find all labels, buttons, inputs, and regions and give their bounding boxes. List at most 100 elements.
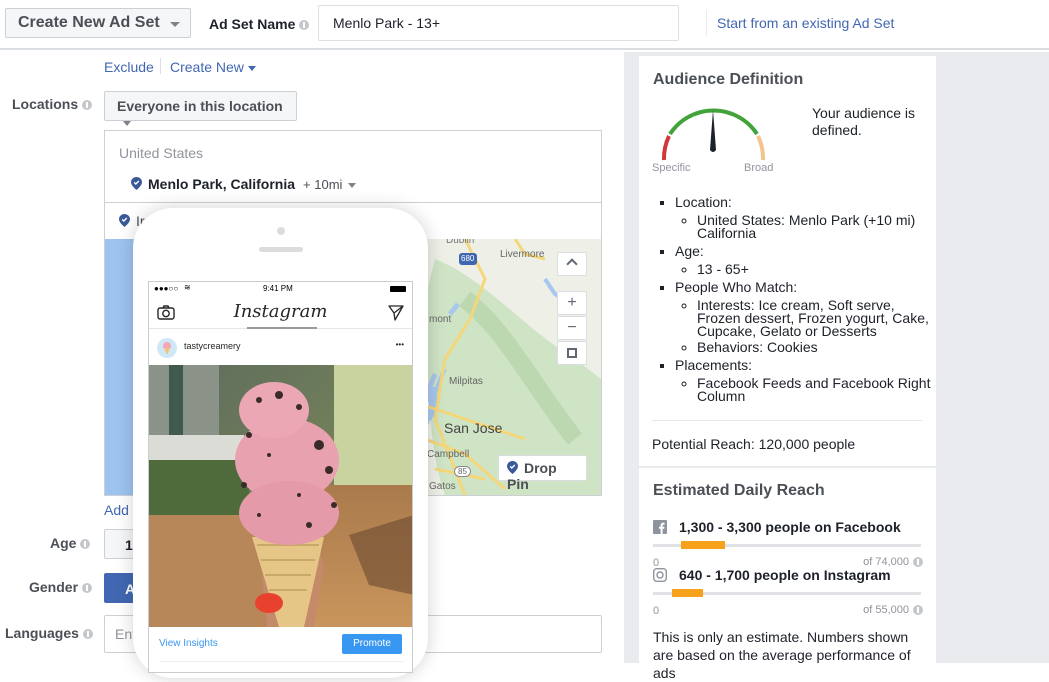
highway-label: 85 bbox=[454, 466, 471, 477]
estimate-disclaimer: This is only an estimate. Numbers shown … bbox=[653, 629, 911, 681]
radius-dropdown[interactable]: + 10mi bbox=[303, 177, 357, 192]
divider bbox=[652, 420, 922, 421]
ad-set-name-input[interactable]: Menlo Park - 13+ bbox=[318, 5, 679, 41]
add-locations-link[interactable]: Add bbox=[104, 502, 129, 518]
gauge-broad-segment bbox=[756, 135, 766, 161]
gender-label: Gender bbox=[29, 579, 93, 595]
audience-definition-card: Audience Definition Specific Broad Your … bbox=[639, 56, 936, 466]
username[interactable]: tastycreamery bbox=[184, 341, 241, 351]
instagram-reach-fill bbox=[671, 589, 703, 597]
map-label: Livermore bbox=[500, 249, 545, 260]
summary-subitem: United States: Menlo Park (+10 mi) Calif… bbox=[697, 213, 931, 240]
instagram-reach-text: 640 - 1,700 people on Instagram bbox=[679, 567, 891, 583]
location-item[interactable]: Menlo Park, California + 10mi bbox=[131, 176, 357, 192]
instagram-reach-min: 0 bbox=[653, 605, 660, 617]
age-label-text: Age bbox=[50, 535, 77, 551]
chevron-down-icon bbox=[170, 22, 180, 27]
signal-icon: ●●●○○ bbox=[154, 284, 179, 293]
direct-message-icon[interactable] bbox=[388, 305, 404, 321]
wifi-icon: ≋ bbox=[184, 283, 191, 292]
map-label: San Jose bbox=[444, 420, 503, 436]
instagram-logo: Instagram bbox=[233, 301, 328, 322]
phone-speaker bbox=[259, 247, 303, 252]
instagram-reach-max-text: of 55,000 bbox=[863, 604, 909, 616]
recenter-icon bbox=[567, 348, 577, 358]
drop-pin-button[interactable]: Drop Pin bbox=[498, 455, 587, 492]
info-icon[interactable] bbox=[82, 100, 93, 111]
avatar[interactable] bbox=[157, 338, 177, 358]
start-from-existing-link[interactable]: Start from an existing Ad Set bbox=[717, 15, 894, 31]
estimated-daily-reach-title: Estimated Daily Reach bbox=[653, 482, 825, 499]
facebook-reach-fill bbox=[681, 541, 725, 549]
divider bbox=[706, 10, 707, 36]
gauge-needle bbox=[710, 110, 716, 152]
map-label: mont bbox=[429, 314, 452, 325]
gauge-specific-label: Specific bbox=[652, 162, 691, 174]
promote-button[interactable]: Promote bbox=[342, 634, 402, 654]
create-new-link[interactable]: Create New bbox=[170, 59, 256, 75]
map-label: Gatos bbox=[429, 481, 456, 492]
instagram-reach-max: of 55,000 bbox=[863, 604, 923, 616]
facebook-reach-text: 1,300 - 3,300 people on Facebook bbox=[679, 519, 901, 535]
map-zoom-in-button[interactable]: + bbox=[557, 291, 587, 315]
divider bbox=[159, 661, 404, 662]
country-label: United States bbox=[119, 145, 204, 161]
locations-audience-dropdown[interactable]: Everyone in this location bbox=[104, 91, 297, 126]
summary-label: Placements: bbox=[675, 357, 753, 373]
age-label: Age bbox=[50, 535, 91, 551]
top-bar: Create New Ad Set Ad Set Name Menlo Park… bbox=[0, 0, 1049, 50]
more-options-icon[interactable]: ••• bbox=[396, 340, 404, 349]
tab-indicator bbox=[247, 327, 317, 329]
avatar-cone bbox=[164, 348, 170, 355]
summary-subitem: 13 - 65+ bbox=[697, 262, 931, 276]
map-collapse-button[interactable] bbox=[557, 252, 587, 276]
info-icon[interactable] bbox=[82, 583, 93, 594]
locations-audience-value: Everyone in this location bbox=[117, 98, 283, 114]
map-recenter-button[interactable] bbox=[557, 341, 587, 365]
locations-label-text: Locations bbox=[12, 96, 79, 112]
summary-subitem: Facebook Feeds and Facebook Right Column bbox=[697, 376, 931, 403]
estimated-daily-reach-card: Estimated Daily Reach 1,300 - 3,300 peop… bbox=[639, 468, 936, 681]
ad-set-name-label: Ad Set Name bbox=[209, 16, 310, 32]
info-icon[interactable] bbox=[299, 20, 310, 31]
chevron-down-icon bbox=[348, 183, 357, 189]
gender-label-text: Gender bbox=[29, 579, 79, 595]
gauge-specific-segment bbox=[661, 135, 671, 161]
summary-item: Placements: Facebook Feeds and Facebook … bbox=[675, 357, 931, 403]
info-icon[interactable] bbox=[82, 629, 93, 640]
map-label: Dublin bbox=[446, 239, 475, 246]
create-new-label: Create New bbox=[170, 59, 244, 75]
instagram-header: Instagram bbox=[149, 297, 412, 329]
phone-camera bbox=[277, 227, 285, 235]
view-insights-link[interactable]: View Insights bbox=[159, 638, 218, 649]
post-header: tastycreamery ••• bbox=[149, 330, 412, 365]
info-icon[interactable] bbox=[913, 557, 923, 568]
exclude-link[interactable]: Exclude bbox=[104, 59, 154, 75]
create-new-ad-set-label: Create New Ad Set bbox=[18, 14, 160, 31]
locations-label: Locations bbox=[12, 96, 93, 112]
info-icon[interactable] bbox=[80, 539, 91, 550]
status-time: 9:41 PM bbox=[263, 284, 293, 293]
summary-item: People Who Match: Interests: Ice cream, … bbox=[675, 279, 931, 354]
potential-reach: Potential Reach: 120,000 people bbox=[652, 436, 856, 452]
summary-subitem: Interests: Ice cream, Soft serve, Frozen… bbox=[697, 298, 931, 338]
chevron-down-icon bbox=[123, 120, 131, 126]
ice-cream-photo bbox=[149, 365, 412, 627]
map-label: Milpitas bbox=[449, 376, 483, 387]
summary-item: Age: 13 - 65+ bbox=[675, 244, 931, 276]
languages-label-text: Languages bbox=[5, 625, 79, 641]
audience-summary-list: Location: United States: Menlo Park (+10… bbox=[661, 195, 931, 408]
audience-definition-title: Audience Definition bbox=[653, 71, 804, 88]
instagram-icon bbox=[653, 568, 667, 582]
map-zoom-out-button[interactable]: − bbox=[557, 316, 587, 340]
summary-label: People Who Match: bbox=[675, 279, 798, 295]
map-pin-icon bbox=[507, 461, 518, 474]
audience-status: Your audience is defined. bbox=[812, 105, 916, 138]
status-bar: ●●●○○ ≋ 9:41 PM bbox=[149, 282, 412, 297]
ad-set-name-label-text: Ad Set Name bbox=[209, 16, 296, 32]
phone-screen: ●●●○○ ≋ 9:41 PM Instagram tastycreamery … bbox=[148, 281, 413, 673]
create-new-ad-set-dropdown[interactable]: Create New Ad Set bbox=[5, 8, 191, 38]
info-icon[interactable] bbox=[913, 605, 923, 616]
facebook-reach-bar bbox=[653, 541, 921, 549]
summary-subitem: Behaviors: Cookies bbox=[697, 340, 931, 354]
